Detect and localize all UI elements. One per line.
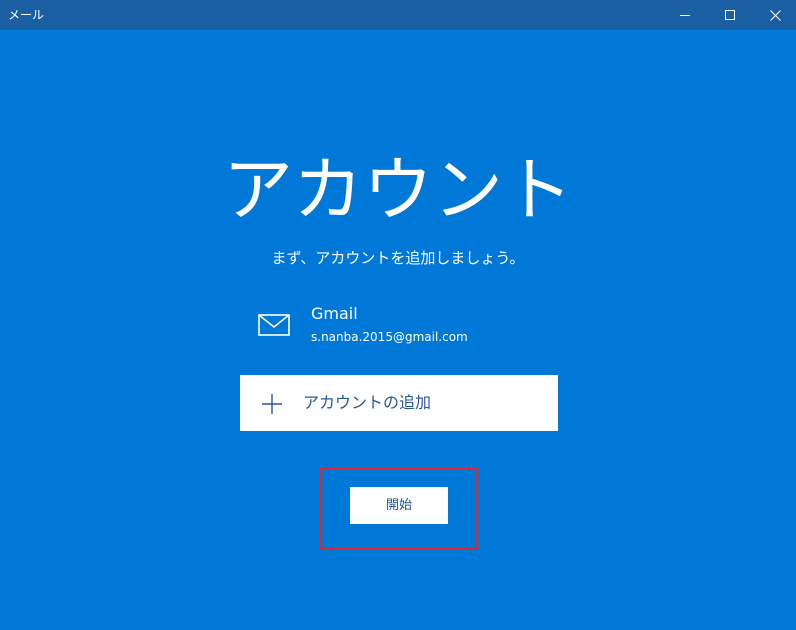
app-title: メール [8,8,45,22]
title-bar: メール [0,0,796,30]
minimize-icon [679,14,690,16]
maximize-button[interactable] [707,0,753,30]
start-button[interactable]: 開始 [350,487,448,524]
close-icon [769,9,781,21]
account-email: s.nanba.2015@gmail.com [311,330,468,344]
plus-icon [262,394,282,414]
add-account-button[interactable]: アカウントの追加 [240,375,558,431]
mail-icon [258,314,290,336]
account-name: Gmail [311,304,358,323]
minimize-button[interactable] [662,0,708,30]
close-button[interactable] [752,0,796,30]
page-subtitle: まず、アカウントを追加しましょう。 [271,249,525,267]
account-item-gmail[interactable]: Gmail s.nanba.2015@gmail.com [250,300,550,350]
add-account-label: アカウントの追加 [303,393,432,412]
maximize-icon [724,9,735,20]
page-title: アカウント [223,149,573,231]
